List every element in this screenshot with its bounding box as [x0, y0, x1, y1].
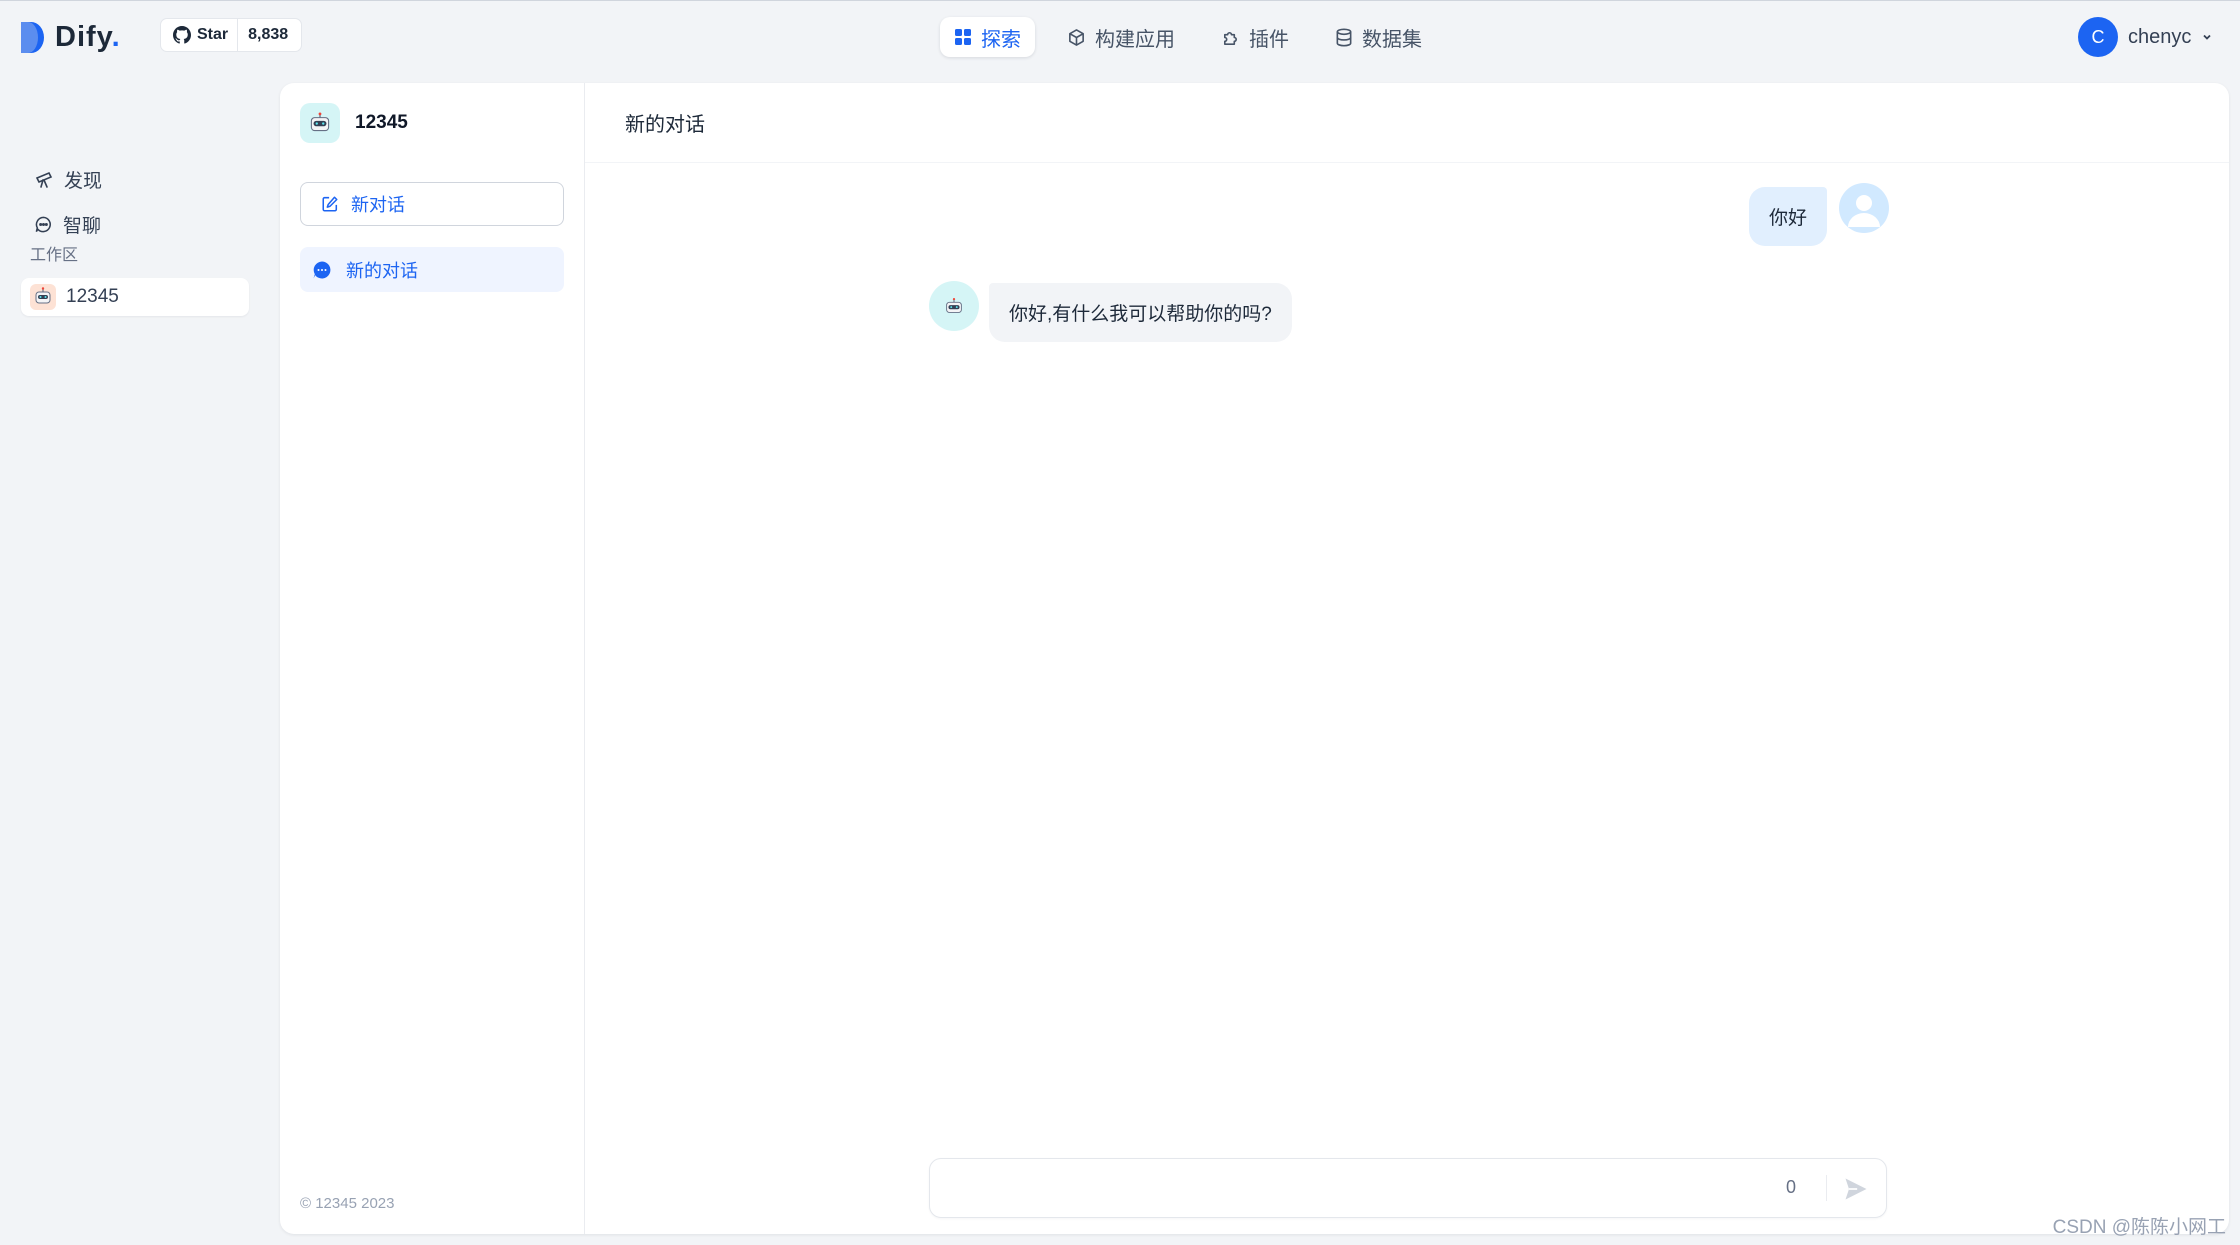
nav-explore[interactable]: 探索 — [940, 17, 1035, 57]
chat-input[interactable] — [946, 1173, 1746, 1205]
edit-icon — [322, 196, 338, 212]
github-star-label: Star — [197, 26, 229, 43]
sidebar-item-chat-label: 智聊 — [63, 215, 102, 237]
puzzle-icon — [1223, 31, 1237, 45]
user-message-bubble: 你好 — [1748, 187, 1827, 246]
new-chat-label: 新对话 — [351, 195, 405, 215]
top-bar: Dify. Star 8,838 探索 构建应用 插件 数据集 C chenyc — [0, 1, 2240, 73]
app-header: 12345 — [300, 103, 408, 143]
chat-area: 新的对话 你好 你好,有什么我可以帮助你的吗? 0 — [585, 83, 2229, 1234]
dify-logo-icon — [21, 22, 44, 53]
chat-input-box: 0 — [929, 1158, 1887, 1218]
chat-filled-icon — [313, 261, 331, 278]
assistant-message-bubble: 你好,有什么我可以帮助你的吗? — [989, 283, 1292, 342]
telescope-icon — [35, 171, 53, 188]
nav-build-apps-label: 构建应用 — [1095, 28, 1175, 51]
workspace-app-label: 12345 — [66, 286, 119, 307]
chat-title: 新的对话 — [625, 114, 705, 136]
user-menu[interactable]: C chenyc — [2078, 17, 2213, 57]
char-count: 0 — [1785, 1177, 1796, 1197]
conversation-panel: 12345 新对话 新的对话 © 12345 2023 — [280, 83, 585, 1234]
nav-build-apps[interactable]: 构建应用 — [1053, 17, 1189, 57]
send-icon[interactable] — [1842, 1175, 1870, 1203]
app-robot-icon — [300, 103, 340, 143]
workspace-section-label: 工作区 — [30, 247, 79, 264]
sidebar-item-discover[interactable]: 发现 — [22, 161, 114, 197]
main-nav: 探索 构建应用 插件 数据集 — [940, 17, 1436, 57]
workspace-app-item[interactable]: 12345 — [21, 278, 249, 316]
dify-logo[interactable]: Dify. — [21, 21, 121, 54]
github-icon — [173, 26, 191, 44]
assistant-message: 你好,有什么我可以帮助你的吗? — [929, 281, 1292, 342]
chat-header: 新的对话 — [585, 83, 2229, 163]
app-name: 12345 — [355, 112, 408, 133]
input-divider — [1826, 1175, 1827, 1201]
user-name: chenyc — [2128, 25, 2192, 48]
nav-datasets-label: 数据集 — [1362, 28, 1422, 51]
nav-datasets[interactable]: 数据集 — [1321, 17, 1436, 57]
left-sidebar: 发现 智聊 工作区 12345 — [0, 73, 280, 1245]
user-avatar-icon — [1839, 183, 1889, 233]
grid-icon — [955, 29, 971, 45]
conversation-item-label: 新的对话 — [346, 260, 418, 281]
sidebar-item-discover-label: 发现 — [64, 170, 103, 192]
github-star-button[interactable]: Star 8,838 — [160, 18, 302, 52]
nav-plugins[interactable]: 插件 — [1207, 17, 1303, 57]
app-card: 12345 新对话 新的对话 © 12345 2023 新的对话 你好 你好,有… — [280, 83, 2229, 1234]
nav-explore-label: 探索 — [981, 28, 1021, 51]
new-chat-button[interactable]: 新对话 — [300, 182, 564, 226]
robot-icon — [30, 284, 56, 310]
database-icon — [1336, 28, 1352, 46]
watermark: CSDN @陈陈小网工 — [2052, 1217, 2226, 1238]
chat-bubble-icon — [35, 216, 51, 232]
github-star-count: 8,838 — [248, 26, 289, 43]
chevron-down-icon — [2203, 34, 2212, 40]
sidebar-item-chat[interactable]: 智聊 — [22, 206, 113, 242]
copyright-text: © 12345 2023 — [300, 1195, 395, 1212]
user-avatar: C — [2078, 17, 2118, 57]
conversation-item[interactable]: 新的对话 — [300, 247, 564, 292]
user-message: 你好 — [1748, 183, 1889, 246]
cube-icon — [1069, 28, 1084, 46]
nav-plugins-label: 插件 — [1249, 28, 1289, 51]
brand-name: Dify. — [55, 21, 121, 53]
assistant-avatar-icon — [929, 281, 979, 331]
